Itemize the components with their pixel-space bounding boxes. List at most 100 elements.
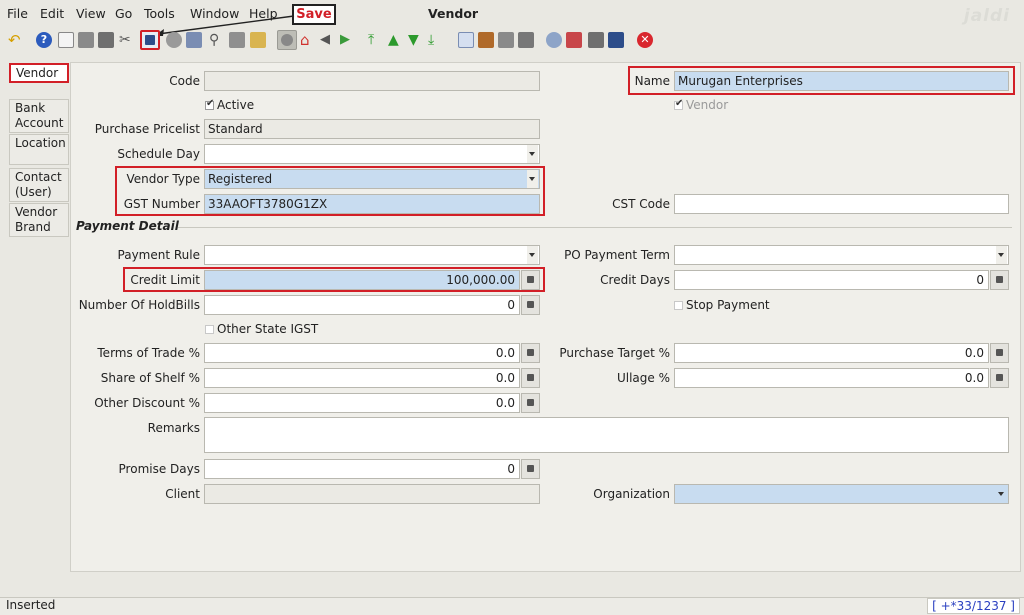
calculator-button[interactable] <box>990 270 1009 290</box>
help-icon[interactable]: ? <box>36 32 52 48</box>
status-bar <box>0 597 1024 615</box>
payment-rule-select[interactable] <box>204 245 540 265</box>
last-record-icon[interactable]: ⤓ <box>428 32 444 48</box>
chat-icon[interactable] <box>229 32 245 48</box>
vendor-type-select[interactable]: Registered <box>204 169 540 189</box>
record-info[interactable]: [ +*33/1237 ] <box>927 598 1020 614</box>
terms-of-trade-label: Terms of Trade % <box>97 346 200 360</box>
tab-contact-user[interactable]: Contact (User) <box>9 168 69 202</box>
holdbills-field[interactable]: 0 <box>204 295 520 315</box>
ullage-field[interactable]: 0.0 <box>674 368 989 388</box>
calculator-button[interactable] <box>521 393 540 413</box>
tab-location[interactable]: Location <box>9 134 69 165</box>
undo-icon[interactable]: ↶ <box>8 32 24 48</box>
detail-icon[interactable]: ▶ <box>340 32 356 48</box>
po-payment-term-select[interactable] <box>674 245 1009 265</box>
attachment-icon[interactable]: ⚲ <box>209 32 225 48</box>
calculator-button[interactable] <box>990 368 1009 388</box>
vendor-checkbox-label: Vendor <box>686 98 729 112</box>
client-field[interactable] <box>204 484 540 504</box>
save-icon <box>145 35 155 45</box>
share-of-shelf-field[interactable]: 0.0 <box>204 368 520 388</box>
name-field[interactable]: Murugan Enterprises <box>674 71 1009 91</box>
new-record-icon[interactable] <box>58 32 74 48</box>
history-icon[interactable] <box>250 32 266 48</box>
close-icon[interactable]: ✕ <box>637 32 653 48</box>
menu-file[interactable]: File <box>7 6 28 21</box>
promise-days-label: Promise Days <box>118 462 200 476</box>
purchase-target-field[interactable]: 0.0 <box>674 343 989 363</box>
save-callout: Save <box>292 4 336 25</box>
remarks-field[interactable] <box>204 417 1009 453</box>
menu-edit[interactable]: Edit <box>40 6 64 21</box>
previous-record-icon[interactable]: ▲ <box>388 32 404 48</box>
chevron-down-icon <box>996 485 1007 503</box>
print-preview-icon[interactable] <box>498 32 514 48</box>
code-field[interactable] <box>204 71 540 91</box>
cst-code-field[interactable] <box>674 194 1009 214</box>
schedule-day-label: Schedule Day <box>117 147 200 161</box>
print-icon[interactable] <box>518 32 534 48</box>
request-icon[interactable] <box>566 32 582 48</box>
delete-record-icon[interactable] <box>98 32 114 48</box>
menu-view[interactable]: View <box>76 6 106 21</box>
calculator-button[interactable] <box>521 295 540 315</box>
payment-detail-heading: Payment Detail <box>76 219 179 233</box>
parent-icon[interactable]: ◀ <box>320 32 336 48</box>
purchase-target-label: Purchase Target % <box>559 346 670 360</box>
menu-go[interactable]: Go <box>115 6 132 21</box>
stop-payment-label: Stop Payment <box>686 298 770 312</box>
stop-payment-check-icon <box>674 301 683 310</box>
remarks-label: Remarks <box>147 421 200 435</box>
calculator-button[interactable] <box>521 270 540 290</box>
tab-bank-account[interactable]: Bank Account <box>9 99 69 133</box>
calculator-button[interactable] <box>521 368 540 388</box>
vendor-check-icon <box>674 98 683 110</box>
active-checkbox-label: Active <box>217 98 255 112</box>
gst-number-field[interactable]: 33AAOFT3780G1ZX <box>204 194 540 214</box>
calculator-button[interactable] <box>521 343 540 363</box>
zoom-across-icon[interactable] <box>546 32 562 48</box>
chevron-down-icon <box>527 145 538 163</box>
cst-code-label: CST Code <box>612 197 670 211</box>
other-state-igst-label: Other State IGST <box>217 322 319 336</box>
refresh-icon[interactable] <box>166 32 182 48</box>
po-payment-term-label: PO Payment Term <box>564 248 670 262</box>
other-discount-field[interactable]: 0.0 <box>204 393 520 413</box>
first-record-icon[interactable]: ⤒ <box>368 32 384 48</box>
tools-icon[interactable]: ✂ <box>119 32 135 48</box>
jaldi-logo: jaldi <box>963 6 1010 26</box>
stop-payment-checkbox[interactable]: Stop Payment <box>674 298 770 312</box>
find-icon[interactable] <box>186 32 202 48</box>
tab-vendor-brand[interactable]: Vendor Brand <box>9 203 69 237</box>
pricelist-field[interactable]: Standard <box>204 119 540 139</box>
home-icon[interactable]: ⌂ <box>300 32 316 48</box>
tab-vendor[interactable]: Vendor <box>9 63 69 83</box>
calculator-button[interactable] <box>521 459 540 479</box>
copy-record-icon[interactable] <box>78 32 94 48</box>
promise-days-field[interactable]: 0 <box>204 459 520 479</box>
workflow-icon[interactable] <box>588 32 604 48</box>
terms-of-trade-field[interactable]: 0.0 <box>204 343 520 363</box>
grid-toggle-button[interactable] <box>277 30 297 50</box>
product-info-icon[interactable] <box>608 32 624 48</box>
archive-icon[interactable] <box>478 32 494 48</box>
chevron-down-icon <box>527 246 538 264</box>
schedule-day-select[interactable] <box>204 144 540 164</box>
active-check-icon <box>205 98 214 110</box>
grid-toggle-icon <box>281 34 293 46</box>
report-icon[interactable] <box>458 32 474 48</box>
gst-number-label: GST Number <box>123 197 200 211</box>
next-record-icon[interactable]: ▼ <box>408 32 424 48</box>
credit-limit-field[interactable]: 100,000.00 <box>204 270 520 290</box>
credit-days-field[interactable]: 0 <box>674 270 989 290</box>
active-checkbox[interactable]: Active <box>205 98 254 112</box>
other-state-igst-checkbox[interactable]: Other State IGST <box>205 322 318 336</box>
calculator-button[interactable] <box>990 343 1009 363</box>
organization-select[interactable] <box>674 484 1009 504</box>
vendor-type-label: Vendor Type <box>126 172 200 186</box>
organization-label: Organization <box>593 487 670 501</box>
credit-limit-label: Credit Limit <box>130 273 200 287</box>
save-button[interactable] <box>140 30 160 50</box>
vendor-type-value: Registered <box>208 172 273 186</box>
